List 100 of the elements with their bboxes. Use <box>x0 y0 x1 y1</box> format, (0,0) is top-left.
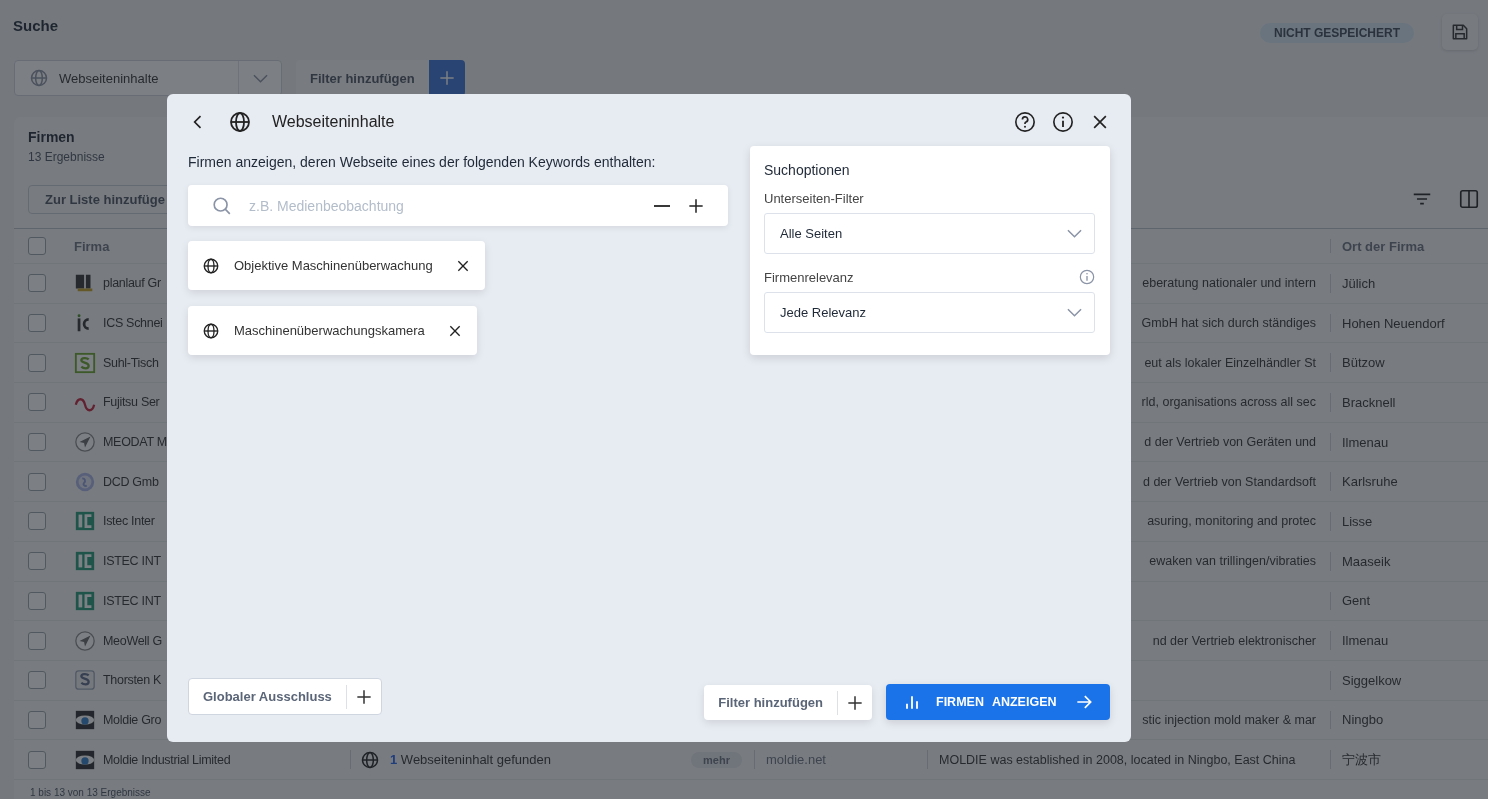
company-name[interactable]: DCD Gmb <box>103 474 159 489</box>
info-button[interactable] <box>1052 111 1074 133</box>
checkbox[interactable] <box>28 512 46 531</box>
filter-type-select[interactable]: Webseiteninhalte <box>14 60 282 96</box>
square-logo-icon <box>74 510 96 533</box>
company-name[interactable]: MeoWell G <box>103 633 162 648</box>
field-label: Firmenrelevanz <box>764 269 854 285</box>
dropdown-field[interactable]: Jede Relevanz <box>764 292 1095 333</box>
dropdown-field[interactable]: Alle Seiten <box>764 213 1095 254</box>
checkbox[interactable] <box>28 750 46 769</box>
checkbox[interactable] <box>28 710 46 729</box>
company-location: Ilmenau <box>1342 434 1389 450</box>
company-description: nd der Vertrieb elektronischer <box>1152 633 1316 648</box>
checkbox[interactable] <box>28 472 46 491</box>
column-header[interactable]: Ort der Firma <box>1342 238 1425 254</box>
checkbox[interactable] <box>28 631 46 650</box>
checkbox[interactable] <box>28 591 46 610</box>
help-icon <box>1014 111 1036 133</box>
pagination-text: 1 bis 13 von 13 Ergebnisse <box>29 787 152 799</box>
keyword-text: Maschinenüberwachungskamera <box>234 323 425 338</box>
company-description: d der Vertrieb von Standardsoft <box>1142 474 1316 489</box>
results-title: Firmen <box>28 129 75 145</box>
results-count: 13 Ergebnisse <box>28 150 105 164</box>
square-logo-icon <box>74 589 96 612</box>
checkbox[interactable] <box>28 671 46 690</box>
globe-icon <box>202 256 220 275</box>
company-description: ewaken van trillingen/vibraties <box>1149 554 1316 569</box>
company-description: asuring, monitoring and protec <box>1147 514 1316 529</box>
company-description: GmbH hat sich durch ständiges <box>1141 316 1316 331</box>
company-location: Ningbo <box>1342 712 1384 728</box>
company-location: Lisse <box>1342 513 1373 529</box>
company-description: eberatung nationaler und intern <box>1142 276 1316 291</box>
minus-icon <box>654 204 670 207</box>
company-location: Maaseik <box>1342 553 1391 569</box>
company-name[interactable]: Fujitsu Ser <box>103 395 160 410</box>
company-name[interactable]: Istec Inter <box>103 514 155 529</box>
company-name[interactable]: ISTEC INT <box>103 593 161 608</box>
lens-logo-icon <box>74 748 96 771</box>
info-icon <box>1052 111 1074 133</box>
website-link[interactable]: moldie.net <box>766 752 826 768</box>
search-field[interactable]: z.B. Medienbeobachtung <box>188 185 728 226</box>
compass-logo-icon <box>74 431 96 454</box>
keyword-input[interactable]: z.B. Medienbeobachtung <box>247 196 638 215</box>
options-title: Suchoptionen <box>764 162 851 178</box>
checkbox[interactable] <box>28 552 46 571</box>
chevron-down-icon <box>1067 308 1082 317</box>
show-companies-button[interactable]: FIRMEN ANZEIGEN <box>886 684 1110 720</box>
chevron-down-icon <box>1067 229 1082 238</box>
dialog-description: Firmen anzeigen, deren Webseite eines der folgenden Keywords enthalten: <box>188 154 656 170</box>
checkbox[interactable] <box>28 237 46 255</box>
search-icon <box>211 194 233 217</box>
company-location: Hohen Neuendorf <box>1342 315 1445 331</box>
square-logo-icon <box>74 351 96 374</box>
global-exclusion-button[interactable]: Globaler Ausschluss <box>189 684 347 709</box>
status-badge: NICHT GESPEICHERT <box>1260 23 1414 43</box>
add-filter-button[interactable]: Filter hinzufügen <box>296 60 429 96</box>
add-filter-plus-button[interactable] <box>428 60 465 96</box>
company-location: Gent <box>1342 593 1371 609</box>
company-name[interactable]: Moldie Gro <box>103 712 162 727</box>
content-count-text: 1 Webseiteninhalt gefunden <box>390 752 551 768</box>
chevron-down-icon <box>252 73 268 83</box>
company-description: rld, organisations across all sec <box>1141 395 1316 410</box>
company-location: 宁波市 <box>1342 750 1381 769</box>
company-description: eut als lokaler Einzelhändler St <box>1144 355 1316 370</box>
company-location: Bützow <box>1342 355 1385 371</box>
lens-logo-icon <box>74 708 96 731</box>
company-name[interactable]: MEODAT M <box>103 435 167 450</box>
square-logo-icon <box>74 550 96 573</box>
company-location: Jülich <box>1342 275 1376 291</box>
split-view-icon[interactable] <box>1458 187 1480 210</box>
globe-icon <box>360 749 380 770</box>
globe-icon <box>202 321 220 340</box>
field-label: Unterseiten-Filter <box>764 191 864 206</box>
company-location: Ilmenau <box>1342 633 1389 649</box>
add-filter-button[interactable]: Filter hinzufügen <box>704 690 838 715</box>
company-name[interactable]: planlauf Gr <box>103 276 161 291</box>
checkbox[interactable] <box>28 274 46 293</box>
checkbox[interactable] <box>28 353 46 372</box>
company-location: Bracknell <box>1342 394 1396 410</box>
checkbox[interactable] <box>28 433 46 452</box>
page-title: Suche <box>13 17 58 34</box>
company-description: d der Vertrieb von Geräten und <box>1144 435 1316 450</box>
globe-icon <box>29 68 49 88</box>
globe-icon <box>228 110 252 134</box>
company-location: Siggelkow <box>1342 672 1402 688</box>
company-name[interactable]: ISTEC INT <box>103 554 161 569</box>
save-icon <box>1450 22 1470 42</box>
keyword-text: Objektive Maschinenüberwachung <box>234 258 433 273</box>
checkbox[interactable] <box>28 393 46 412</box>
save-button[interactable] <box>1442 14 1478 50</box>
checkbox[interactable] <box>28 314 46 333</box>
company-name[interactable]: Thorsten K <box>103 673 162 688</box>
company-name[interactable]: ICS Schnei <box>103 316 163 331</box>
company-name[interactable]: Suhl-Tisch <box>103 355 159 370</box>
company-name[interactable]: Moldie Industrial Limited <box>103 752 231 767</box>
company-description: stic injection mold maker & mar <box>1142 712 1316 727</box>
dialog-title: Webseiteninhalte <box>272 113 395 131</box>
column-header[interactable]: Firma <box>74 238 110 254</box>
compass-logo-icon <box>74 629 96 652</box>
help-button[interactable] <box>1014 111 1036 133</box>
